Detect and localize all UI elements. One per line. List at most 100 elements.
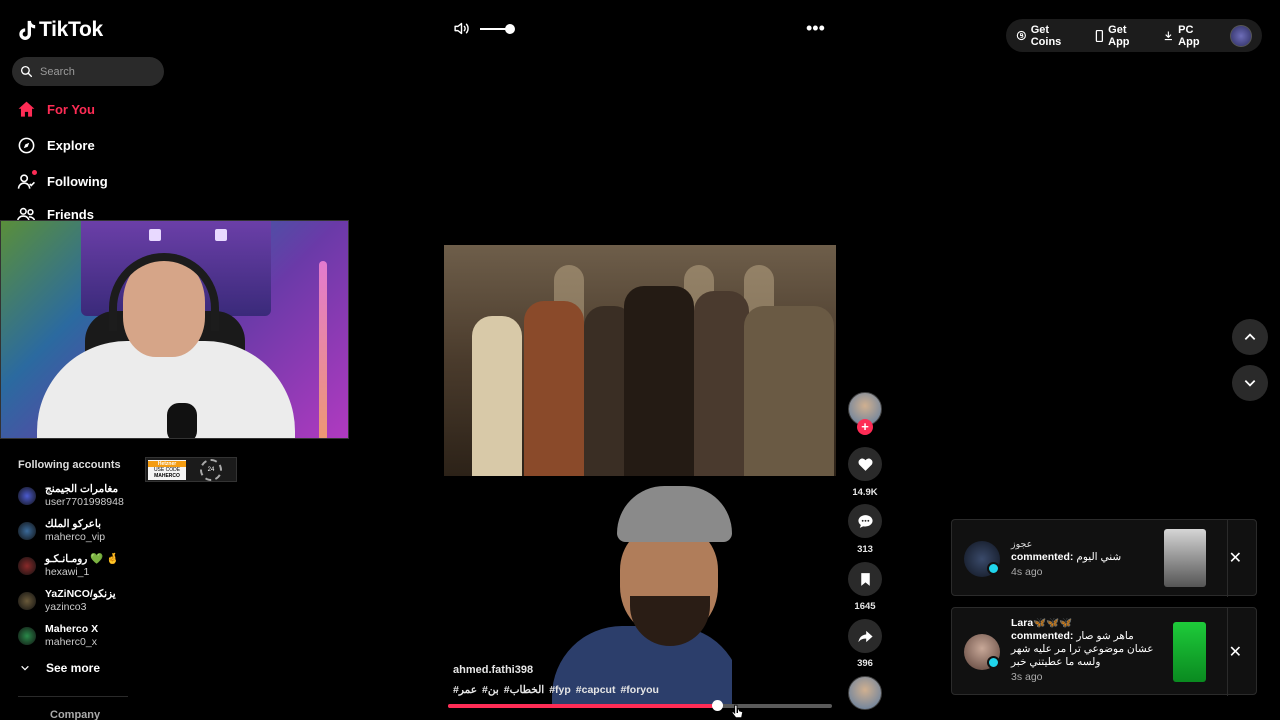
close-icon[interactable]: ✕ [1229,548,1242,568]
next-video-button[interactable] [1232,365,1268,401]
footer-company-link[interactable]: Company [50,709,100,720]
heart-icon [857,458,873,471]
previous-video-button[interactable] [1232,319,1268,355]
comment-notification[interactable]: Lara🦋🦋🦋 commented: ماهر شو صار عشان موضو… [951,607,1257,696]
sponsor-code: MAHERCO [154,472,180,479]
video-scene-figure [472,316,522,476]
notification-video-thumbnail [1173,622,1206,682]
nav-for-you[interactable]: For You [17,100,95,119]
save-button[interactable] [848,562,882,596]
more-options-icon[interactable]: ••• [806,18,825,39]
video-hashtags: #عمر #بن #الخطاب #fyp #capcut #foryou [453,684,659,696]
chevron-down-icon [21,665,29,671]
account-names: رومـانـكـو 💚 🤞 hexawi_1 [45,553,119,579]
verified-icon [987,656,1000,669]
get-app-label: Get App [1108,23,1130,48]
notification-verb: commented: [1011,630,1074,642]
following-accounts-title: Following accounts [18,459,121,471]
top-action-bar: Get Coins Get App PC App [1006,19,1262,52]
notification-message-line1: ماهر شو صار [1076,630,1134,642]
hashtag-link[interactable]: #fyp [549,684,571,696]
chevron-up-icon [1244,333,1256,340]
comment-icon [857,514,873,528]
pc-app-button[interactable]: PC App [1163,24,1216,48]
nav-explore[interactable]: Explore [17,136,95,155]
hashtag-link[interactable]: #foryou [620,684,659,696]
account-names: باعركو الملك maherco_vip [45,518,105,544]
tiktok-logo-icon [19,20,36,40]
account-avatar [18,557,36,575]
verified-icon [987,562,1000,575]
volume-slider[interactable] [480,23,515,34]
coin-icon [1016,30,1026,41]
account-handle: yazinco3 [45,601,87,613]
notification-message-line3: ولسه ما عطيتني خبر [1011,656,1101,668]
presenter-cap [617,486,732,542]
following-account-item[interactable]: مغامرات الجيمنج user7701998948 [18,483,124,509]
volume-icon[interactable] [453,20,470,37]
webcam-light [149,229,161,241]
account-display-name: رومـانـكـو 💚 🤞 [45,553,120,565]
hashtag-link[interactable]: #بن [482,684,499,696]
account-avatar [18,522,36,540]
hashtag-link[interactable]: #الخطاب [504,684,544,696]
nav-explore-label: Explore [47,138,95,153]
following-account-item[interactable]: Maherco Xmaherc0_x [18,623,98,649]
search-icon [20,65,33,78]
follow-button[interactable]: + [857,419,873,435]
video-progress-fill [448,704,717,708]
app-name: TikTok [39,18,103,41]
video-player[interactable] [444,245,836,476]
sponsor-banner: Hetzner USE CODE MAHERCO 24 [145,457,237,482]
sponsor-logo: Hetzner USE CODE MAHERCO [148,459,186,480]
notification-user: عجوز [1011,539,1033,550]
nav-for-you-label: For You [47,102,95,117]
account-handle: maherc0_x [45,636,97,648]
account-handle: hexawi_1 [45,566,90,578]
volume-slider-knob[interactable] [505,23,515,34]
following-account-item[interactable]: YaZiNCO/يزنكو yazinco3 [18,588,116,614]
account-handle: user7701998948 [45,496,124,508]
comment-notification[interactable]: عجوز commented: شني اليوم 4s ago ✕ [951,519,1257,597]
close-icon[interactable]: ✕ [1229,642,1242,662]
account-names: مغامرات الجيمنج user7701998948 [45,483,124,509]
notification-video-thumbnail [1164,529,1206,587]
video-progress-knob[interactable] [711,700,723,711]
account-avatar [18,487,36,505]
sound-avatar[interactable] [848,676,882,710]
video-author[interactable]: ahmed.fathi398 [453,664,533,676]
video-scene-figure [524,301,584,476]
tiktok-logo[interactable]: TikTok [16,18,103,42]
sidebar-divider [18,696,128,697]
like-button[interactable] [848,447,882,481]
share-button[interactable] [848,619,882,653]
comment-button[interactable] [848,504,882,538]
get-coins-button[interactable]: Get Coins [1016,24,1081,48]
see-more-button[interactable]: See more [20,661,100,675]
account-display-name: مغامرات الجيمنج [45,483,119,495]
following-account-item[interactable]: باعركو الملك maherco_vip [18,518,105,544]
notification-user: Lara🦋🦋🦋 [1011,617,1073,629]
notification-text: عجوز commented: شني اليوم 4s ago [1011,538,1121,579]
bookmark-icon [860,572,870,586]
notification-message-line2: عشان موضوعي ترا مر عليه شهر [1011,643,1154,655]
video-progress-bar[interactable] [448,700,832,711]
chevron-down-icon [1244,380,1256,387]
phone-icon [1096,29,1104,42]
hashtag-link[interactable]: #عمر [453,684,477,696]
get-coins-label: Get Coins [1030,23,1062,48]
profile-avatar[interactable] [1230,24,1252,47]
volume-control[interactable] [453,20,515,37]
pc-app-label: PC App [1178,23,1200,48]
nav-following-label: Following [47,174,108,189]
search-input[interactable] [40,65,150,78]
nav-following[interactable]: Following [17,170,108,191]
search-box[interactable] [12,57,164,86]
notification-message: شني اليوم [1076,551,1122,563]
hashtag-link[interactable]: #capcut [576,684,616,696]
like-count: 14.9K [852,487,878,498]
get-app-button[interactable]: Get App [1095,24,1149,48]
share-icon [857,630,873,642]
following-account-item[interactable]: رومـانـكـو 💚 🤞 hexawi_1 [18,553,119,579]
streamer-webcam [0,220,349,439]
